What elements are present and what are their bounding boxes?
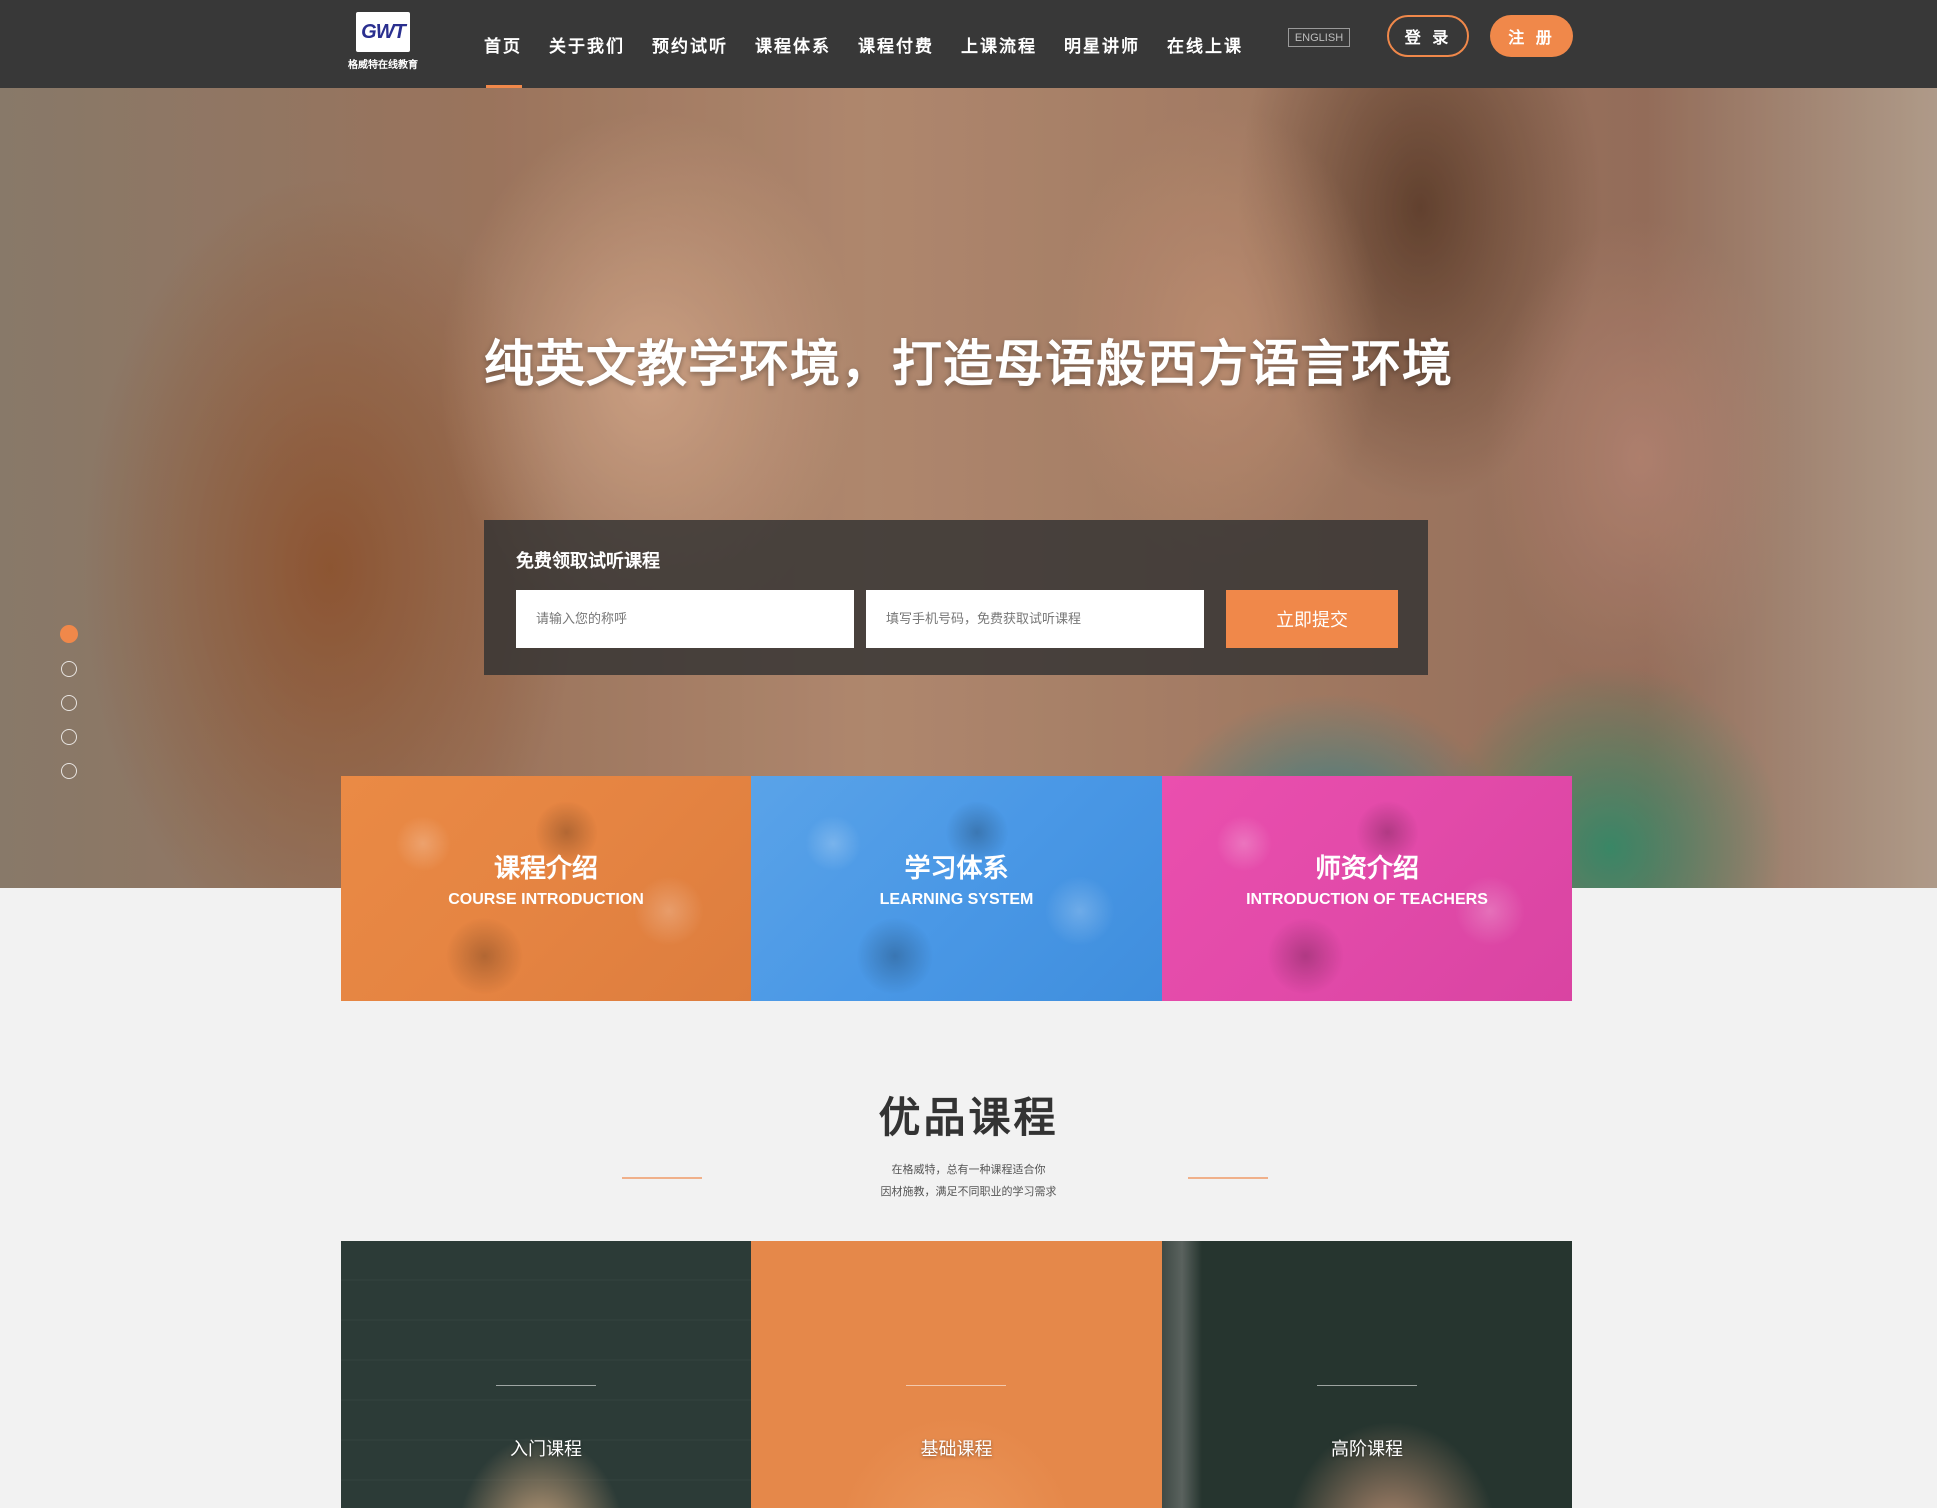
feature-card-teachers[interactable]: 师资介绍 INTRODUCTION OF TEACHERS <box>1162 776 1572 1001</box>
section-description-line2: 因材施教，满足不同职业的学习需求 <box>880 1185 1057 1198</box>
phone-input[interactable] <box>866 590 1204 648</box>
feature-card-subtitle: COURSE INTRODUCTION <box>448 891 644 908</box>
hero-banner: 纯英文教学环境，打造母语般西方语言环境 免费领取试听课程 立即提交 <box>0 88 1937 888</box>
section-title: 优品课程 <box>878 1093 1059 1142</box>
course-cards: 入门课程 基础课程 高阶课程 <box>341 1241 1572 1508</box>
main-nav: 首页 关于我们 预约试听 课程体系 课程付费 上课流程 明星讲师 在线上课 <box>484 0 1270 88</box>
section-divider-left <box>622 1177 702 1179</box>
logo-book-icon: GWT <box>356 12 410 52</box>
course-card-label: 入门课程 <box>510 1439 582 1460</box>
slider-dot[interactable] <box>60 625 78 643</box>
hero-title: 纯英文教学环境，打造母语般西方语言环境 <box>484 335 1453 393</box>
language-switch-button[interactable]: ENGLISH <box>1288 28 1350 47</box>
slider-dot[interactable] <box>61 729 77 745</box>
feature-card-course-intro[interactable]: 课程介绍 COURSE INTRODUCTION <box>341 776 751 1001</box>
feature-card-subtitle: INTRODUCTION OF TEACHERS <box>1246 891 1488 908</box>
feature-card-photo <box>751 776 1162 1001</box>
slider-pagination <box>59 625 79 797</box>
site-logo[interactable]: GWT 格威特在线教育 <box>338 6 428 72</box>
free-trial-form: 免费领取试听课程 立即提交 <box>484 520 1428 675</box>
name-input[interactable] <box>516 590 854 648</box>
feature-card-photo <box>341 776 751 1001</box>
hero-photo-overlay <box>0 88 1937 888</box>
course-card-advanced[interactable]: 高阶课程 <box>1162 1241 1572 1508</box>
slider-dot[interactable] <box>61 695 77 711</box>
nav-item-curriculum[interactable]: 课程体系 <box>755 0 831 88</box>
login-button[interactable]: 登 录 <box>1387 15 1469 57</box>
register-button[interactable]: 注 册 <box>1490 15 1573 57</box>
nav-item-online-class[interactable]: 在线上课 <box>1167 0 1243 88</box>
logo-text: GWT <box>361 20 406 43</box>
course-card-label: 基础课程 <box>920 1439 993 1460</box>
nav-item-home[interactable]: 首页 <box>484 0 522 88</box>
submit-button[interactable]: 立即提交 <box>1226 590 1398 648</box>
feature-card-title: 课程介绍 <box>493 854 598 884</box>
logo-caption: 格威特在线教育 <box>348 60 418 71</box>
course-card-label: 高阶课程 <box>1331 1439 1403 1460</box>
feature-card-photo <box>1162 776 1572 1001</box>
feature-card-title: 师资介绍 <box>1314 854 1419 884</box>
feature-card-subtitle: LEARNING SYSTEM <box>879 891 1034 908</box>
course-card-basic[interactable]: 基础课程 <box>751 1241 1162 1508</box>
feature-cards: 课程介绍 COURSE INTRODUCTION 学习体系 LEARNING S… <box>341 776 1572 1001</box>
slider-dot[interactable] <box>61 763 77 779</box>
nav-item-teachers[interactable]: 明星讲师 <box>1064 0 1140 88</box>
feature-card-learning-system[interactable]: 学习体系 LEARNING SYSTEM <box>751 776 1162 1001</box>
nav-item-process[interactable]: 上课流程 <box>961 0 1037 88</box>
course-card-beginner[interactable]: 入门课程 <box>341 1241 751 1508</box>
nav-item-about[interactable]: 关于我们 <box>549 0 625 88</box>
nav-item-pricing[interactable]: 课程付费 <box>858 0 934 88</box>
section-divider-right <box>1188 1177 1268 1179</box>
course-card-divider <box>906 1385 1006 1386</box>
course-card-divider <box>496 1385 596 1386</box>
trial-form-title: 免费领取试听课程 <box>516 551 660 572</box>
course-card-divider <box>1317 1385 1417 1386</box>
nav-item-trial[interactable]: 预约试听 <box>652 0 728 88</box>
slider-dot[interactable] <box>61 661 77 677</box>
feature-card-title: 学习体系 <box>904 854 1009 884</box>
section-description-line1: 在格威特，总有一种课程适合你 <box>891 1163 1046 1176</box>
top-navigation-bar: GWT 格威特在线教育 首页 关于我们 预约试听 课程体系 课程付费 上课流程 … <box>0 0 1937 88</box>
